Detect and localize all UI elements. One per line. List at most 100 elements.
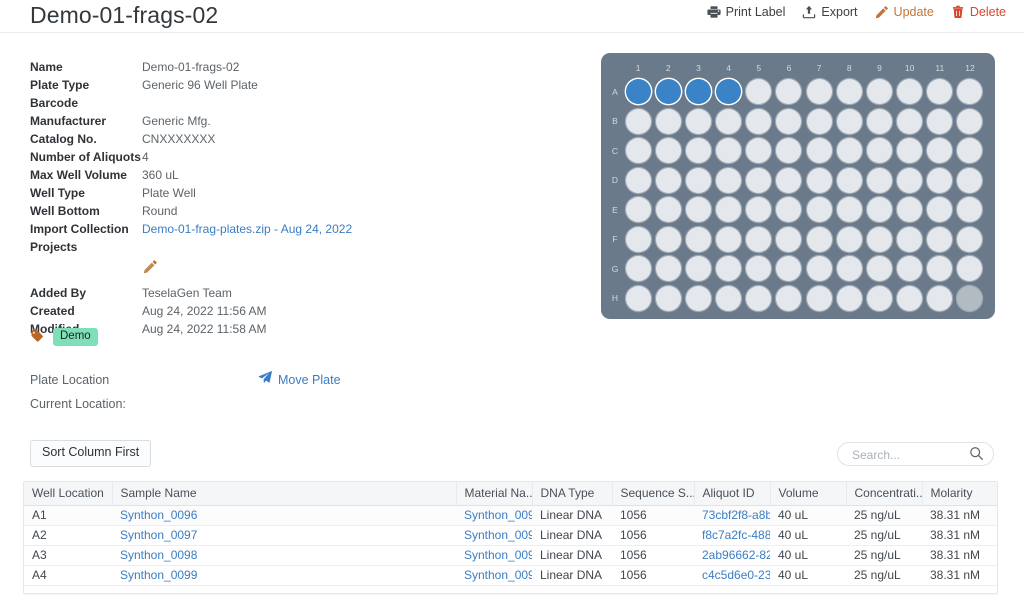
well-h8[interactable]: [837, 286, 862, 311]
well-h5[interactable]: [746, 286, 771, 311]
well-cell[interactable]: [683, 195, 713, 225]
well-g7[interactable]: [807, 256, 832, 281]
well-cell[interactable]: [623, 284, 653, 314]
well-cell[interactable]: [894, 136, 924, 166]
well-c4[interactable]: [716, 138, 741, 163]
well-cell[interactable]: [774, 166, 804, 196]
search-input[interactable]: [850, 443, 966, 467]
well-g10[interactable]: [897, 256, 922, 281]
well-cell[interactable]: [864, 166, 894, 196]
well-cell[interactable]: [955, 136, 985, 166]
well-e1[interactable]: [626, 197, 651, 222]
cell-sample-name[interactable]: Synthon_0096: [112, 506, 456, 526]
well-cell[interactable]: [623, 107, 653, 137]
well-c5[interactable]: [746, 138, 771, 163]
well-h6[interactable]: [776, 286, 801, 311]
well-cell[interactable]: [623, 77, 653, 107]
well-cell[interactable]: [894, 284, 924, 314]
well-c2[interactable]: [656, 138, 681, 163]
well-cell[interactable]: [623, 166, 653, 196]
well-b3[interactable]: [686, 109, 711, 134]
table-row[interactable]: A1Synthon_0096Synthon_0096Linear DNA1056…: [24, 506, 997, 526]
well-cell[interactable]: [955, 225, 985, 255]
well-b6[interactable]: [776, 109, 801, 134]
plate-row-label[interactable]: A: [607, 77, 623, 107]
cell-sample-name[interactable]: Synthon_0097: [112, 526, 456, 546]
well-e5[interactable]: [746, 197, 771, 222]
well-cell[interactable]: [653, 254, 683, 284]
well-c10[interactable]: [897, 138, 922, 163]
column-header-sequence-size[interactable]: Sequence S...: [612, 482, 694, 506]
well-cell[interactable]: [683, 77, 713, 107]
well-cell[interactable]: [925, 77, 955, 107]
well-cell[interactable]: [925, 284, 955, 314]
well-cell[interactable]: [894, 77, 924, 107]
well-f4[interactable]: [716, 227, 741, 252]
plate-column-label[interactable]: 10: [895, 61, 925, 75]
well-cell[interactable]: [744, 136, 774, 166]
well-e11[interactable]: [927, 197, 952, 222]
well-cell[interactable]: [774, 77, 804, 107]
plate-column-label[interactable]: 4: [714, 61, 744, 75]
column-header-dna-type[interactable]: DNA Type: [532, 482, 612, 506]
well-cell[interactable]: [774, 254, 804, 284]
well-cell[interactable]: [925, 107, 955, 137]
well-cell[interactable]: [864, 254, 894, 284]
table-row[interactable]: A3Synthon_0098Synthon_0098Linear DNA1056…: [24, 546, 997, 566]
well-h4[interactable]: [716, 286, 741, 311]
well-cell[interactable]: [623, 225, 653, 255]
well-cell[interactable]: [683, 284, 713, 314]
well-b11[interactable]: [927, 109, 952, 134]
well-c8[interactable]: [837, 138, 862, 163]
plate-well-grid[interactable]: [623, 77, 985, 313]
well-cell[interactable]: [744, 107, 774, 137]
well-cell[interactable]: [834, 225, 864, 255]
well-a10[interactable]: [897, 79, 922, 104]
well-d5[interactable]: [746, 168, 771, 193]
well-b2[interactable]: [656, 109, 681, 134]
column-header-molarity[interactable]: Molarity: [922, 482, 997, 506]
plate-column-label[interactable]: 2: [653, 61, 683, 75]
well-cell[interactable]: [894, 254, 924, 284]
cell-material-name[interactable]: Synthon_0099: [456, 566, 532, 586]
well-d6[interactable]: [776, 168, 801, 193]
well-cell[interactable]: [804, 254, 834, 284]
cell-material-name[interactable]: Synthon_0098: [456, 546, 532, 566]
well-cell[interactable]: [744, 195, 774, 225]
well-g6[interactable]: [776, 256, 801, 281]
well-cell[interactable]: [713, 77, 743, 107]
well-d8[interactable]: [837, 168, 862, 193]
column-header-aliquot-id[interactable]: Aliquot ID: [694, 482, 770, 506]
plate-column-label[interactable]: 6: [774, 61, 804, 75]
well-cell[interactable]: [864, 195, 894, 225]
well-b12[interactable]: [957, 109, 982, 134]
update-button[interactable]: Update: [875, 3, 934, 21]
well-cell[interactable]: [744, 284, 774, 314]
plate-row-label[interactable]: G: [607, 254, 623, 284]
aliquots-table-container[interactable]: Well LocationSample NameMaterial Na...DN…: [23, 481, 998, 594]
well-cell[interactable]: [713, 107, 743, 137]
well-cell[interactable]: [804, 166, 834, 196]
well-cell[interactable]: [744, 77, 774, 107]
well-cell[interactable]: [894, 166, 924, 196]
well-h7[interactable]: [807, 286, 832, 311]
well-c11[interactable]: [927, 138, 952, 163]
well-cell[interactable]: [683, 225, 713, 255]
search-box[interactable]: [837, 442, 994, 466]
well-cell[interactable]: [653, 284, 683, 314]
well-cell[interactable]: [623, 254, 653, 284]
well-h2[interactable]: [656, 286, 681, 311]
well-cell[interactable]: [955, 77, 985, 107]
cell-sample-name[interactable]: Synthon_0099: [112, 566, 456, 586]
plate-row-label[interactable]: F: [607, 225, 623, 255]
well-f1[interactable]: [626, 227, 651, 252]
well-d10[interactable]: [897, 168, 922, 193]
table-row[interactable]: A2Synthon_0097Synthon_0097Linear DNA1056…: [24, 526, 997, 546]
well-d9[interactable]: [867, 168, 892, 193]
well-g12[interactable]: [957, 256, 982, 281]
well-f8[interactable]: [837, 227, 862, 252]
well-cell[interactable]: [774, 225, 804, 255]
well-cell[interactable]: [925, 166, 955, 196]
well-cell[interactable]: [864, 107, 894, 137]
well-g11[interactable]: [927, 256, 952, 281]
